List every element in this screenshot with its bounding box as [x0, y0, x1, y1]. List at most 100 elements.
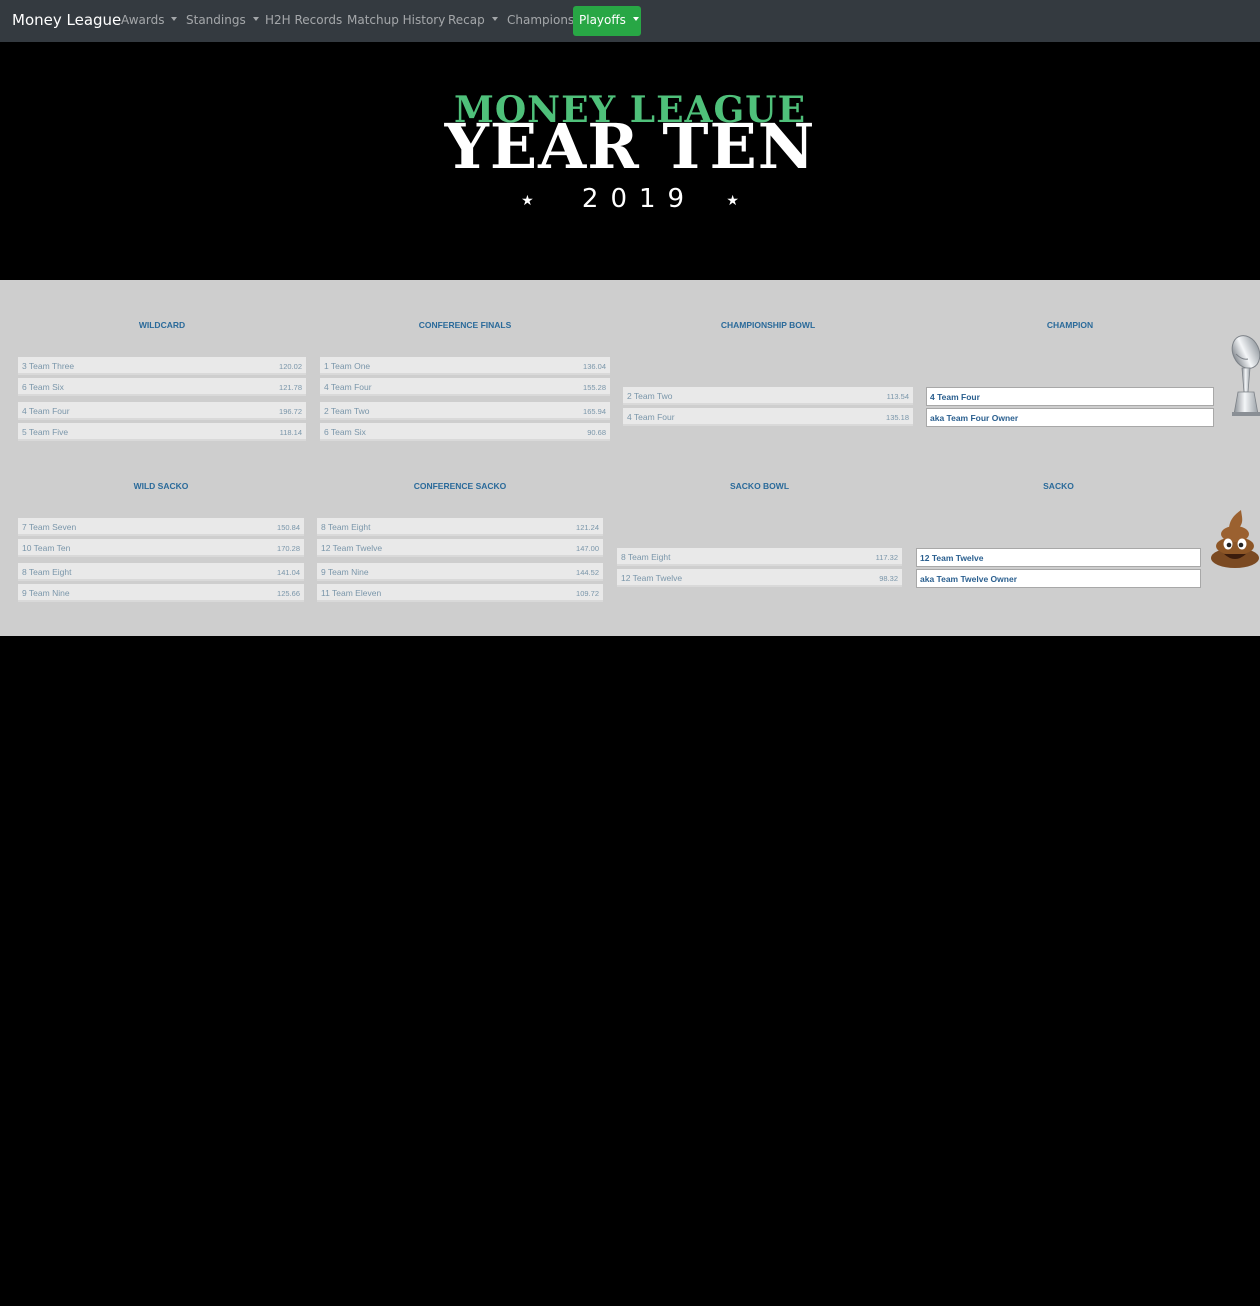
poop-emoji-icon [1211, 510, 1259, 568]
brand-link[interactable]: Money League [12, 11, 121, 29]
playoff-bracket: WILDCARD CONFERENCE FINALS CHAMPIONSHIP … [0, 280, 1260, 636]
caret-down-icon [632, 17, 639, 21]
champion-owner: aka Team Four Owner [926, 408, 1214, 427]
team-row: 2 Team Two 165.94 [320, 402, 610, 420]
team-name: 6 Team Six [22, 382, 64, 392]
hero-year-line: ★ 2019 ★ [0, 182, 1260, 218]
star-icon: ★ [521, 193, 534, 209]
trophy-icon [1231, 335, 1260, 416]
title-championship-bowl: CHAMPIONSHIP BOWL [720, 320, 816, 330]
nav-matchup-history[interactable]: Matchup History [347, 13, 445, 27]
title-conference-sacko: CONFERENCE SACKO [413, 481, 507, 491]
team-row: 12 Team Twelve 98.32 [617, 569, 902, 587]
sacko-team: 12 Team Twelve [916, 548, 1201, 567]
hero-line-2: YEAR TEN [444, 110, 816, 183]
team-name: 11 Team Eleven [321, 588, 382, 598]
team-row: 4 Team Four 196.72 [18, 402, 306, 420]
nav-recap-dropdown[interactable]: Recap [448, 13, 498, 27]
team-name: 8 Team Eight [22, 567, 72, 577]
team-score: 147.00 [576, 544, 599, 553]
team-row: 8 Team Eight 141.04 [18, 563, 304, 581]
team-row: 4 Team Four 135.18 [623, 408, 913, 426]
team-row: 8 Team Eight 117.32 [617, 548, 902, 566]
caret-down-icon [491, 17, 498, 21]
team-name: 4 Team Four [627, 412, 675, 422]
team-row: 9 Team Nine 125.66 [18, 584, 304, 602]
team-row: 2 Team Two 113.54 [623, 387, 913, 405]
team-score: 144.52 [576, 568, 599, 577]
team-name: 9 Team Nine [321, 567, 369, 577]
team-score: 118.14 [279, 428, 302, 437]
team-score: 113.54 [886, 392, 909, 401]
team-name: 9 Team Nine [22, 588, 70, 598]
team-row: 9 Team Nine 144.52 [317, 563, 603, 581]
team-name: 8 Team Eight [621, 552, 671, 562]
title-champion: CHAMPION [1046, 320, 1094, 330]
team-name: 7 Team Seven [22, 522, 77, 532]
nav-awards-label: Awards [121, 13, 165, 27]
sacko-owner-name: aka Team Twelve Owner [920, 574, 1018, 584]
team-score: 170.28 [277, 544, 300, 553]
nav-champions[interactable]: Champions [507, 13, 574, 27]
team-score: 98.32 [879, 574, 898, 583]
team-row: 6 Team Six 121.78 [18, 378, 306, 396]
title-sacko-bowl: SACKO BOWL [729, 481, 790, 491]
team-score: 121.24 [576, 523, 599, 532]
team-score: 117.32 [875, 553, 898, 562]
nav-h2h-records[interactable]: H2H Records [265, 13, 342, 27]
team-name: 3 Team Three [22, 361, 75, 371]
team-name: 5 Team Five [22, 427, 69, 437]
team-score: 109.72 [576, 589, 599, 598]
nav-standings-label: Standings [186, 13, 246, 27]
title-conference-finals: CONFERENCE FINALS [418, 320, 512, 330]
team-score: 150.84 [277, 523, 300, 532]
team-score: 121.78 [279, 383, 302, 392]
champion-owner-name: aka Team Four Owner [930, 413, 1019, 423]
champion-team-name: 4 Team Four [930, 392, 980, 402]
nav-awards-dropdown[interactable]: Awards [121, 13, 178, 27]
team-score: 90.68 [587, 428, 606, 437]
team-score: 136.04 [583, 362, 606, 371]
team-name: 2 Team Two [324, 406, 370, 416]
team-row: 4 Team Four 155.28 [320, 378, 610, 396]
caret-down-icon [171, 17, 178, 21]
nav-standings-dropdown[interactable]: Standings [186, 13, 259, 27]
nav-playoffs-label: Playoffs [579, 13, 626, 27]
team-score: 125.66 [277, 589, 300, 598]
team-name: 12 Team Twelve [321, 543, 383, 553]
team-score: 120.02 [279, 362, 302, 371]
team-name: 12 Team Twelve [621, 573, 683, 583]
hero-banner: MONEY LEAGUE YEAR TEN ★ 2019 ★ [0, 42, 1260, 280]
nav-playoffs-dropdown[interactable]: Playoffs [573, 6, 641, 36]
hero-year: 2019 [581, 184, 697, 214]
team-score: 155.28 [583, 383, 606, 392]
title-wildcard: WILDCARD [138, 320, 186, 330]
team-name: 4 Team Four [324, 382, 372, 392]
caret-down-icon [252, 17, 259, 21]
team-score: 141.04 [277, 568, 300, 577]
team-row: 12 Team Twelve 147.00 [317, 539, 603, 557]
team-name: 2 Team Two [627, 391, 673, 401]
team-name: 8 Team Eight [321, 522, 371, 532]
team-name: 4 Team Four [22, 406, 70, 416]
team-score: 196.72 [279, 407, 302, 416]
team-row: 1 Team One 136.04 [320, 357, 610, 375]
team-row: 6 Team Six 90.68 [320, 423, 610, 441]
nav-recap-label: Recap [448, 13, 485, 27]
sacko-owner: aka Team Twelve Owner [916, 569, 1201, 588]
team-row: 11 Team Eleven 109.72 [317, 584, 603, 602]
team-score: 165.94 [583, 407, 606, 416]
team-row: 8 Team Eight 121.24 [317, 518, 603, 536]
team-name: 1 Team One [324, 361, 371, 371]
team-score: 135.18 [886, 413, 909, 422]
champion-team: 4 Team Four [926, 387, 1214, 406]
team-name: 6 Team Six [324, 427, 366, 437]
team-name: 10 Team Ten [22, 543, 71, 553]
title-sacko: SACKO [1043, 481, 1074, 491]
team-row: 5 Team Five 118.14 [18, 423, 306, 441]
team-row: 3 Team Three 120.02 [18, 357, 306, 375]
sacko-team-name: 12 Team Twelve [920, 553, 984, 563]
title-wild-sacko: WILD SACKO [133, 481, 189, 491]
team-row: 7 Team Seven 150.84 [18, 518, 304, 536]
team-row: 10 Team Ten 170.28 [18, 539, 304, 557]
